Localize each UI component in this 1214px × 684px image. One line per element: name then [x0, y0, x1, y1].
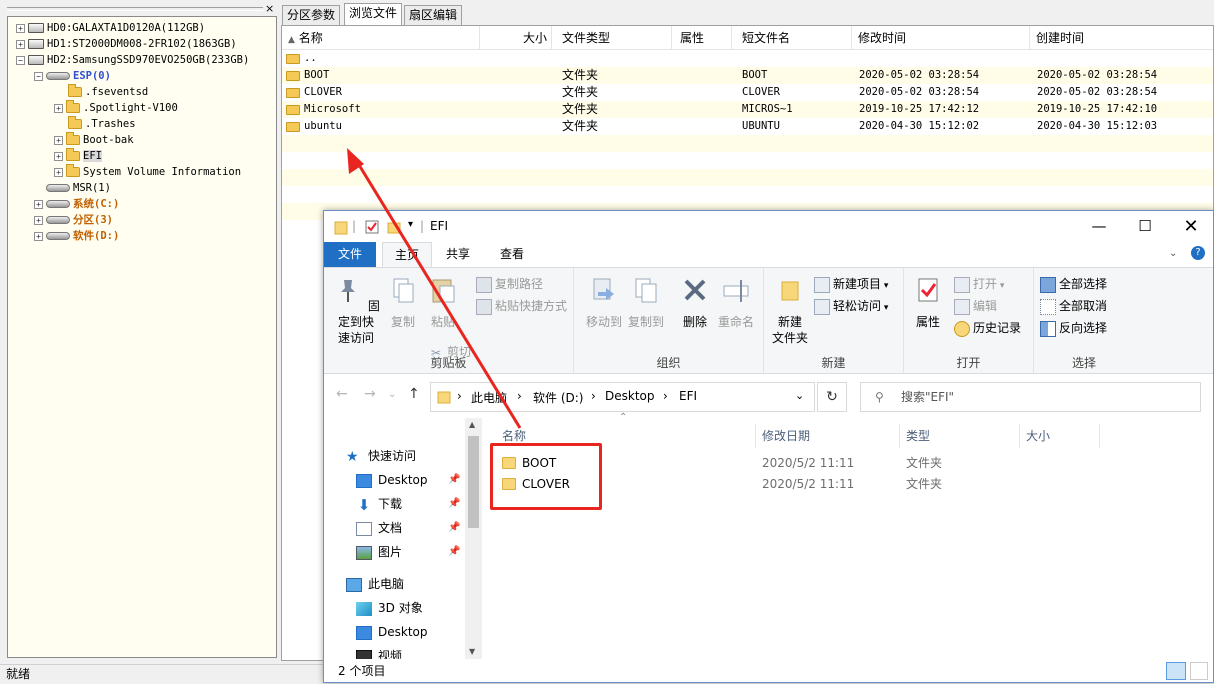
annotation-arrow-line	[354, 159, 522, 429]
annotation-arrow	[347, 148, 522, 429]
